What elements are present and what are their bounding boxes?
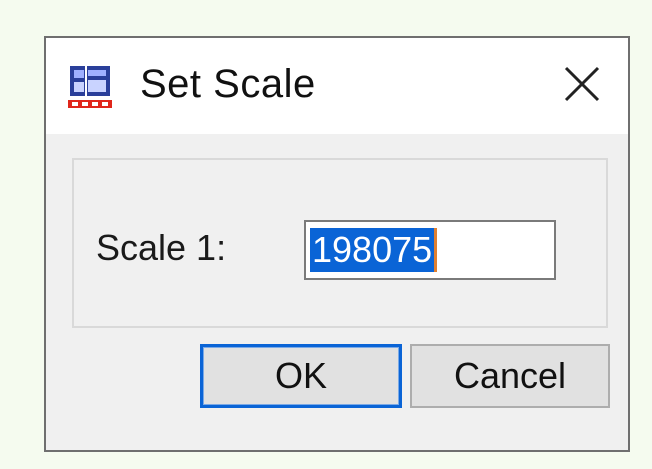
close-button[interactable]: [556, 60, 608, 112]
scale-input[interactable]: 198075: [304, 220, 556, 280]
app-logo-icon: [66, 62, 114, 110]
scale-panel: Scale 1: 198075: [72, 158, 608, 328]
page-background: Set Scale Scale 1: 198075 OK Cancel: [0, 0, 652, 469]
scale-label: Scale 1:: [96, 227, 227, 268]
scale-value: 198075: [310, 228, 438, 272]
close-icon: [562, 64, 602, 109]
set-scale-dialog: Set Scale Scale 1: 198075 OK Cancel: [44, 36, 630, 452]
cancel-button[interactable]: Cancel: [410, 344, 610, 408]
ok-button[interactable]: OK: [200, 344, 402, 408]
dialog-title: Set Scale: [140, 62, 316, 106]
title-bar[interactable]: Set Scale: [46, 38, 628, 134]
